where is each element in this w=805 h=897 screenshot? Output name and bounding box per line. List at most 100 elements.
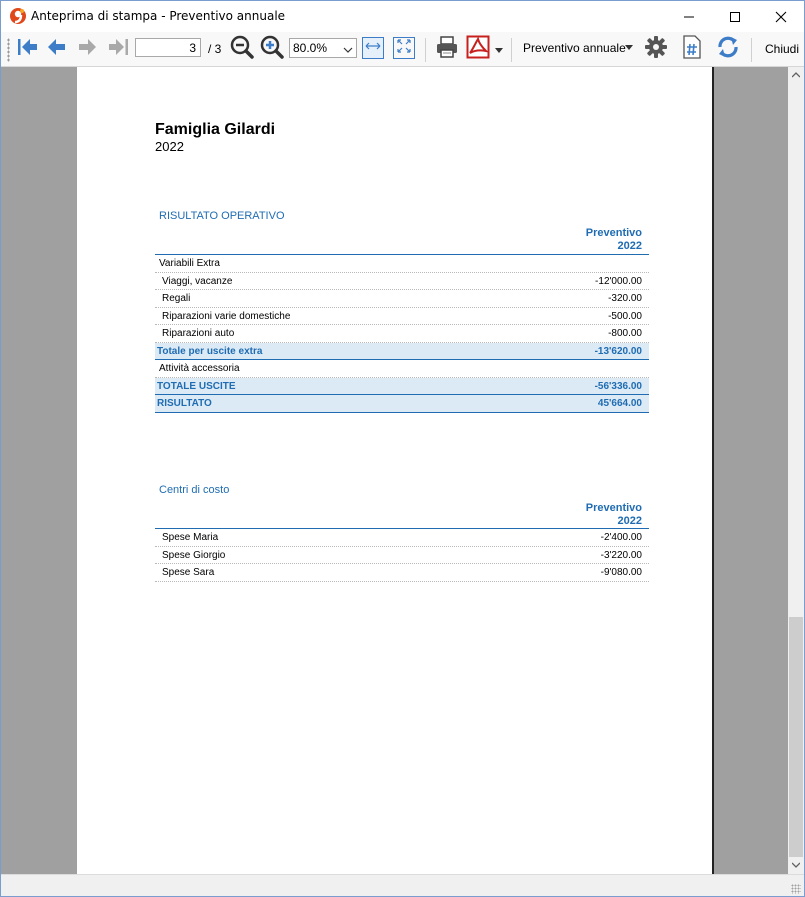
zoom-select[interactable]: 80.0% (289, 38, 357, 58)
arrow-right-icon (76, 35, 100, 64)
row-label: Riparazioni varie domestiche (162, 310, 291, 322)
column-header: Preventivo 2022 (586, 227, 642, 253)
gear-icon (644, 35, 668, 64)
fit-width-icon (365, 38, 381, 59)
row-label: Attività accessoria (159, 363, 240, 374)
row-label: Spese Sara (162, 567, 215, 578)
print-button[interactable] (433, 35, 461, 64)
row-value: -13'620.00 (594, 345, 642, 357)
table-row: Riparazioni auto -800.00 (155, 325, 649, 343)
table-row: Regali -320.00 (155, 290, 649, 308)
table-row: Attività accessoria (155, 360, 649, 378)
scroll-up-icon[interactable] (791, 70, 801, 80)
table-row: Spese Maria -2'400.00 (155, 529, 649, 547)
last-page-button[interactable] (106, 36, 132, 62)
zoom-out-button[interactable] (229, 35, 255, 64)
caret-down-icon (495, 41, 503, 59)
row-label: Regali (162, 293, 191, 304)
vertical-scrollbar[interactable] (788, 67, 804, 874)
export-pdf-button[interactable] (465, 35, 491, 64)
table-row: Viaggi, vacanze -12'000.00 (155, 273, 649, 290)
refresh-icon (715, 34, 741, 65)
risultato-operativo-table: Variabili Extra Viaggi, vacanze -12'000.… (155, 254, 649, 413)
subtotal-row: Totale per uscite extra -13'620.00 (155, 342, 649, 360)
row-label: Variabili Extra (159, 258, 220, 269)
maximize-button[interactable] (712, 1, 758, 32)
last-page-icon (107, 35, 131, 64)
row-value: -56'336.00 (594, 380, 642, 392)
section-title-centri-di-costo: Centri di costo (159, 484, 230, 496)
first-page-icon (15, 35, 39, 64)
page-number-input[interactable]: 3 (135, 38, 201, 57)
page-hash-icon (681, 34, 703, 64)
row-label: Spese Giorgio (162, 549, 226, 561)
row-label: Riparazioni auto (162, 328, 235, 339)
app-logo-icon (9, 7, 27, 25)
total-row: TOTALE USCITE -56'336.00 (155, 377, 649, 395)
row-label: RISULTATO (157, 398, 212, 409)
toolbar-separator (511, 38, 512, 62)
preview-viewport[interactable]: Famiglia Gilardi 2022 RISULTATO OPERATIV… (1, 67, 788, 874)
arrow-left-icon (44, 35, 68, 64)
minimize-button[interactable] (666, 1, 712, 32)
row-value: -9'080.00 (600, 567, 642, 578)
row-label: Viaggi, vacanze (162, 275, 233, 287)
row-label: Totale per uscite extra (157, 345, 263, 357)
row-value: -500.00 (608, 310, 642, 322)
refresh-button[interactable] (714, 36, 742, 62)
window-title: Anteprima di stampa - Preventivo annuale (31, 9, 286, 23)
toolbar-grip[interactable] (7, 38, 10, 62)
document-title: Famiglia Gilardi (155, 121, 276, 138)
resize-grip[interactable] (791, 884, 801, 894)
document-year: 2022 (155, 139, 184, 154)
first-page-button[interactable] (14, 36, 40, 62)
fit-page-button[interactable] (393, 37, 415, 59)
column-header-year: 2022 (617, 240, 642, 252)
status-bar (1, 874, 804, 896)
row-value: -800.00 (608, 328, 642, 339)
printer-icon (435, 35, 459, 64)
row-value: -12'000.00 (595, 275, 642, 287)
table-row: Riparazioni varie domestiche -500.00 (155, 308, 649, 325)
chevron-down-icon (343, 42, 353, 60)
preview-page: Famiglia Gilardi 2022 RISULTATO OPERATIV… (77, 67, 712, 874)
section-title-risultato-operativo: RISULTATO OPERATIVO (159, 210, 285, 222)
toolbar-separator (751, 38, 752, 62)
scroll-down-icon[interactable] (791, 860, 801, 870)
zoom-value: 80.0% (293, 41, 328, 55)
centri-di-costo-table: Spese Maria -2'400.00 Spese Giorgio -3'2… (155, 528, 649, 582)
caret-down-icon (624, 44, 634, 52)
row-value: -320.00 (608, 293, 642, 304)
toolbar: 3 / 3 80.0% Preventivo annuale Chiudi (1, 32, 804, 67)
toolbar-separator (425, 38, 426, 62)
row-label: Spese Maria (162, 532, 219, 543)
next-page-button[interactable] (75, 36, 101, 62)
zoom-out-icon (230, 35, 254, 64)
column-header-label: Preventivo (585, 227, 642, 239)
page-total-label: / 3 (208, 42, 222, 56)
result-row: RISULTATO 45'664.00 (155, 395, 649, 413)
pdf-icon (466, 35, 490, 64)
report-select-value: Preventivo annuale (523, 41, 626, 55)
print-preview-window: Anteprima di stampa - Preventivo annuale (0, 0, 805, 897)
previous-page-button[interactable] (43, 36, 69, 62)
title-bar: Anteprima di stampa - Preventivo annuale (1, 1, 804, 32)
close-preview-button[interactable]: Chiudi (765, 42, 799, 56)
row-label: TOTALE USCITE (157, 380, 236, 392)
zoom-in-button[interactable] (259, 35, 285, 64)
row-value: 45'664.00 (597, 398, 642, 409)
table-row: Spese Sara -9'080.00 (155, 564, 649, 582)
row-value: -3'220.00 (600, 549, 642, 561)
export-menu-dropdown[interactable] (493, 44, 505, 56)
column-header-year: 2022 (617, 515, 642, 527)
page-numbering-button[interactable] (679, 34, 705, 64)
settings-button[interactable] (643, 35, 669, 64)
zoom-in-icon (260, 35, 284, 64)
column-header-label: Preventivo (585, 502, 642, 514)
fit-width-button[interactable] (362, 37, 384, 59)
table-row: Spese Giorgio -3'220.00 (155, 547, 649, 564)
scrollbar-thumb[interactable] (789, 617, 803, 857)
table-row: Variabili Extra (155, 255, 649, 273)
close-window-button[interactable] (758, 1, 804, 32)
column-header: Preventivo 2022 (586, 502, 642, 528)
